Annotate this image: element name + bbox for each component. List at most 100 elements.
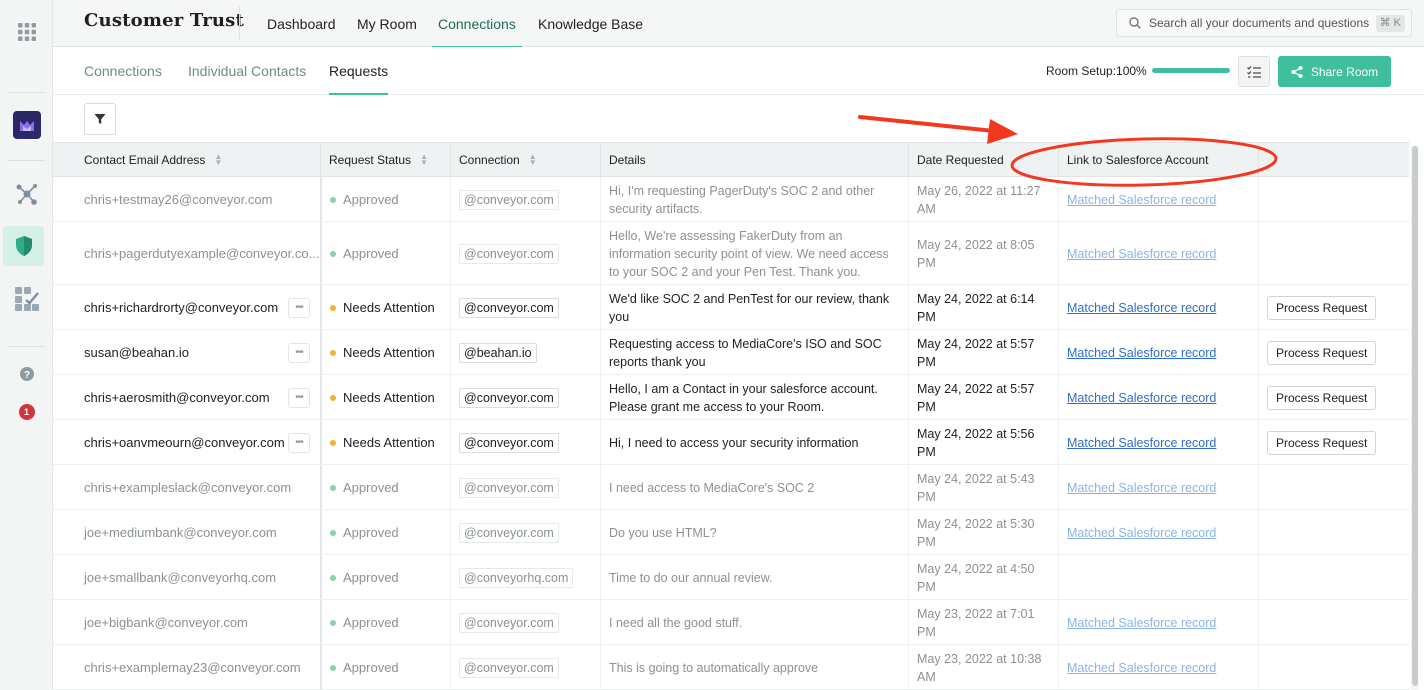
more-options-icon[interactable]: ••• xyxy=(288,297,310,318)
status-label: Approved xyxy=(343,615,399,630)
date-cell: May 23, 2022 at 7:01 PM xyxy=(917,600,1045,645)
table-row[interactable]: chris+pagerdutyexample@conveyor.co... Ap… xyxy=(53,222,1409,285)
table-row[interactable]: chris+oanvmeourn@conveyor.com ••• Needs … xyxy=(53,420,1409,465)
status-cell: Needs Attention xyxy=(330,375,435,420)
tab-individual-contacts[interactable]: Individual Contacts xyxy=(188,47,306,94)
column-divider xyxy=(320,645,322,689)
table-row[interactable]: chris+richardrorty@conveyor.com ••• Need… xyxy=(53,285,1409,330)
checklist-button[interactable] xyxy=(1238,56,1270,87)
progress-fill xyxy=(1152,68,1230,73)
contact-email: chris+testmay26@conveyor.com xyxy=(84,192,273,207)
column-divider xyxy=(1058,375,1059,419)
column-label: Connection xyxy=(459,152,520,167)
column-request-status[interactable]: Request Status ▲ ▼ xyxy=(329,143,428,176)
column-divider xyxy=(908,600,909,644)
column-divider xyxy=(600,375,601,419)
apps-grid-icon[interactable] xyxy=(0,18,53,46)
status-cell: Approved xyxy=(330,555,399,600)
column-label: Contact Email Address xyxy=(84,152,206,167)
details-cell: This is going to automatically approve xyxy=(609,645,901,690)
process-request-button[interactable]: Process Request xyxy=(1267,295,1377,320)
details-cell: Hello, I am a Contact in your salesforce… xyxy=(609,375,901,420)
search-box[interactable]: ⌘ K xyxy=(1116,9,1412,37)
share-room-button[interactable]: Share Room xyxy=(1278,56,1391,87)
notifications-badge[interactable]: 1 xyxy=(0,403,53,421)
table-row[interactable]: joe+smallbank@conveyorhq.com Approved @c… xyxy=(53,555,1409,600)
help-icon[interactable]: ? xyxy=(0,364,53,384)
salesforce-link-cell: Matched Salesforce record xyxy=(1067,510,1216,555)
nav-my-room[interactable]: My Room xyxy=(357,0,417,47)
table-row[interactable]: joe+mediumbank@conveyor.com Approved @co… xyxy=(53,510,1409,555)
salesforce-link-cell: Matched Salesforce record xyxy=(1067,330,1216,375)
table-row[interactable]: chris+testmay26@conveyor.com Approved @c… xyxy=(53,177,1409,222)
column-divider xyxy=(450,222,451,284)
more-options-icon[interactable]: ••• xyxy=(288,432,310,453)
column-divider xyxy=(600,510,601,554)
status-dot-icon xyxy=(330,250,336,257)
workspace-logo[interactable] xyxy=(0,109,53,141)
filter-icon xyxy=(94,114,106,124)
status-cell: Needs Attention xyxy=(330,420,435,465)
process-request-button[interactable]: Process Request xyxy=(1267,340,1377,365)
salesforce-record-link[interactable]: Matched Salesforce record xyxy=(1067,193,1216,207)
date-requested: May 24, 2022 at 5:57 PM xyxy=(917,381,1035,414)
scrollbar-thumb[interactable] xyxy=(1412,146,1418,686)
column-contact-email[interactable]: Contact Email Address ▲ ▼ xyxy=(84,143,222,176)
table-row[interactable]: chris+aerosmith@conveyor.com ••• Needs A… xyxy=(53,375,1409,420)
date-requested: May 24, 2022 at 8:05 PM xyxy=(917,237,1035,270)
nav-connections[interactable]: Connections xyxy=(432,0,522,48)
process-request-button[interactable]: Process Request xyxy=(1267,385,1377,410)
nav-dashboard[interactable]: Dashboard xyxy=(267,0,336,47)
salesforce-record-link[interactable]: Matched Salesforce record xyxy=(1067,301,1216,315)
contact-email-cell: chris+richardrorty@conveyor.com xyxy=(84,285,314,330)
status-dot-icon xyxy=(330,664,336,671)
table-row[interactable]: chris+examplemay23@conveyor.com Approved… xyxy=(53,645,1409,690)
salesforce-record-link[interactable]: Matched Salesforce record xyxy=(1067,481,1216,495)
request-details: I need access to MediaCore's SOC 2 xyxy=(609,480,815,495)
column-divider xyxy=(600,420,601,464)
column-connection[interactable]: Connection ▲ ▼ xyxy=(459,143,537,176)
trust-shield-icon[interactable] xyxy=(3,226,44,266)
checklist-grid-icon[interactable] xyxy=(0,283,53,315)
salesforce-record-link[interactable]: Matched Salesforce record xyxy=(1067,436,1216,450)
filter-button[interactable] xyxy=(84,103,116,135)
column-divider xyxy=(1258,600,1259,644)
column-divider xyxy=(1058,600,1059,644)
tab-requests[interactable]: Requests xyxy=(329,47,389,95)
salesforce-link-cell: Matched Salesforce record xyxy=(1067,465,1216,510)
details-cell: Hi, I need to access your security infor… xyxy=(609,420,901,465)
date-cell: May 24, 2022 at 4:50 PM xyxy=(917,555,1045,600)
room-setup-progress xyxy=(1152,68,1230,73)
connection-tag: @conveyor.com xyxy=(459,612,559,633)
nav-knowledge-base[interactable]: Knowledge Base xyxy=(538,0,643,47)
table-row[interactable]: joe+bigbank@conveyor.com Approved @conve… xyxy=(53,600,1409,645)
table-row[interactable]: susan@beahan.io ••• Needs Attention @bea… xyxy=(53,330,1409,375)
salesforce-record-link[interactable]: Matched Salesforce record xyxy=(1067,526,1216,540)
salesforce-record-link[interactable]: Matched Salesforce record xyxy=(1067,391,1216,405)
annotation-arrow-shaft xyxy=(858,115,996,133)
tab-connections[interactable]: Connections xyxy=(84,47,162,94)
table-scrollbar[interactable] xyxy=(1411,146,1419,690)
table-row[interactable]: chris+exampleslack@conveyor.com Approved… xyxy=(53,465,1409,510)
details-cell: We'd like SOC 2 and PenTest for our revi… xyxy=(609,285,901,330)
column-divider xyxy=(1258,330,1259,374)
more-options-icon[interactable]: ••• xyxy=(288,387,310,408)
annotation-arrow-head xyxy=(987,119,1018,144)
connections-network-icon[interactable] xyxy=(0,178,53,210)
connection-cell: @conveyor.com xyxy=(459,177,559,222)
connection-tag: @beahan.io xyxy=(459,342,537,363)
process-request-button[interactable]: Process Request xyxy=(1267,430,1377,455)
salesforce-record-link[interactable]: Matched Salesforce record xyxy=(1067,616,1216,630)
column-label: Request Status xyxy=(329,152,412,167)
status-cell: Approved xyxy=(330,465,399,510)
salesforce-record-link[interactable]: Matched Salesforce record xyxy=(1067,661,1216,675)
column-divider xyxy=(600,465,601,509)
date-cell: May 24, 2022 at 5:30 PM xyxy=(917,510,1045,555)
more-options-icon[interactable]: ••• xyxy=(288,342,310,363)
column-divider xyxy=(1258,375,1259,419)
row-actions: ••• xyxy=(288,420,310,465)
search-input[interactable] xyxy=(1149,16,1369,30)
salesforce-record-link[interactable]: Matched Salesforce record xyxy=(1067,346,1216,360)
salesforce-record-link[interactable]: Matched Salesforce record xyxy=(1067,247,1216,261)
column-divider xyxy=(320,420,322,464)
